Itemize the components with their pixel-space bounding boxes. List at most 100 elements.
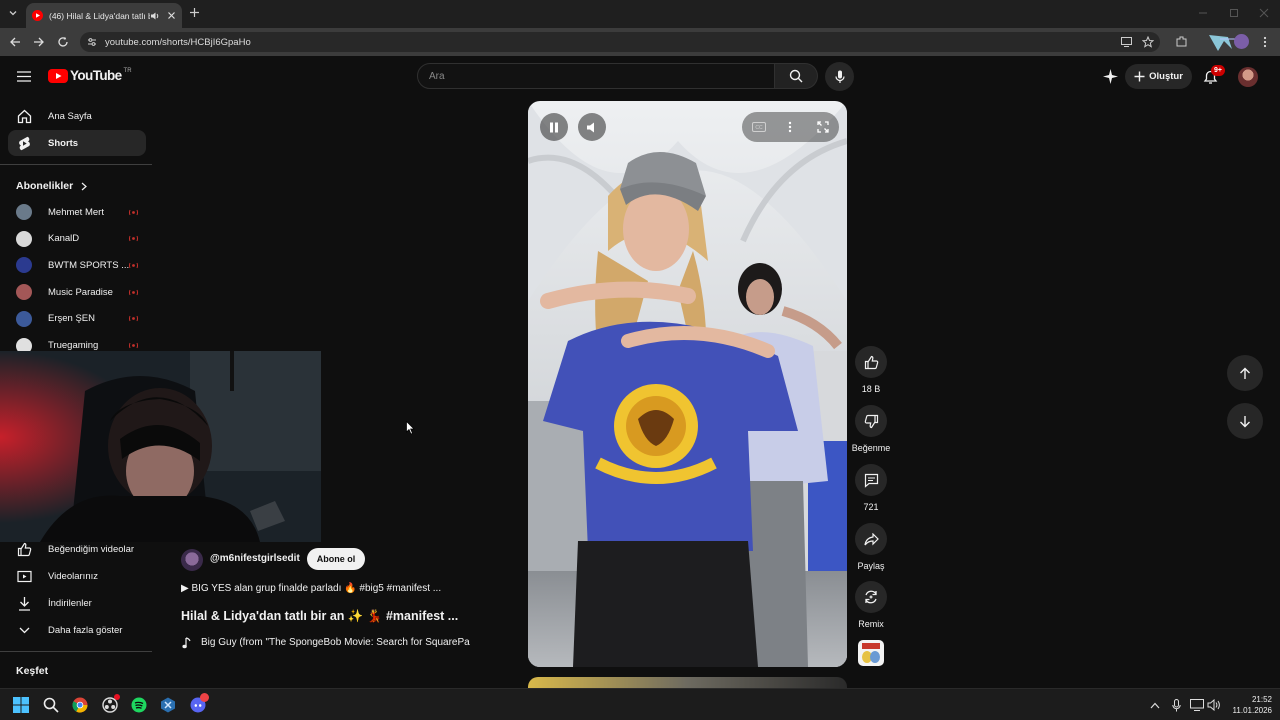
live-indicator-icon xyxy=(129,262,138,269)
bookmark-star-icon[interactable] xyxy=(1142,36,1154,48)
channel-name[interactable]: @m6nifestgirlsedit xyxy=(210,553,300,564)
like-action[interactable]: 18 B xyxy=(855,346,887,394)
tray-chevron-up-icon[interactable] xyxy=(1146,696,1164,714)
clock-time: 21:52 xyxy=(1251,695,1272,704)
remix-action[interactable]: Remix xyxy=(855,581,887,629)
comments-action[interactable]: 721 xyxy=(855,464,887,512)
tray-microphone-icon[interactable] xyxy=(1167,696,1185,714)
comment-icon xyxy=(864,473,878,488)
youtube-logo[interactable]: YouTube TR xyxy=(48,68,132,83)
chrome-menu-icon[interactable] xyxy=(1263,36,1267,48)
subscription-label: Mehmet Mert xyxy=(48,206,104,218)
youtube-header: YouTube TR Ara Oluştur 9+ xyxy=(0,56,1280,98)
remix-icon xyxy=(865,590,877,604)
pause-button[interactable] xyxy=(540,113,568,141)
subscription-item[interactable]: KanalD xyxy=(8,226,146,252)
next-short-preview[interactable] xyxy=(528,677,847,688)
browser-tab[interactable]: (46) Hilal & Lidya'dan tatlı b xyxy=(26,3,182,28)
site-info-icon[interactable] xyxy=(87,37,97,47)
subscriptions-title: Abonelikler xyxy=(16,180,74,192)
close-window-icon[interactable] xyxy=(1259,8,1269,18)
subscriptions-header[interactable]: Abonelikler xyxy=(16,180,88,192)
search-input[interactable]: Ara xyxy=(417,63,775,89)
youtube-play-logo-icon xyxy=(48,68,68,83)
subscription-item[interactable]: Music Paradise xyxy=(8,279,146,305)
taskbar-search-icon[interactable] xyxy=(42,696,60,714)
tab-close-icon[interactable] xyxy=(167,11,176,20)
sidebar-item-label: İndirilenler xyxy=(48,597,92,609)
address-bar[interactable]: youtube.com/shorts/HCBjI6GpaHo xyxy=(80,32,1160,52)
create-sparkle-icon[interactable] xyxy=(1103,69,1118,84)
subscription-label: BWTM SPORTS ... xyxy=(48,259,129,271)
chevron-right-icon xyxy=(81,182,88,190)
subscription-item[interactable]: Mehmet Mert xyxy=(8,199,146,225)
dislike-action[interactable]: Beğenme xyxy=(852,405,890,453)
spotify-taskbar-icon[interactable] xyxy=(130,696,148,714)
subscription-item[interactable]: Erşen ŞEN xyxy=(8,306,146,332)
windows-taskbar: 21:52 11.01.2026 xyxy=(0,688,1280,720)
obs-taskbar-icon[interactable] xyxy=(101,696,119,714)
forward-icon[interactable] xyxy=(33,36,45,48)
sidebar-item-home[interactable]: Ana Sayfa xyxy=(8,103,146,129)
sidebar-item-shorts[interactable]: Shorts xyxy=(8,130,146,156)
profile-avatar[interactable] xyxy=(1234,34,1249,49)
create-button[interactable]: Oluştur xyxy=(1125,64,1192,89)
like-count: 18 B xyxy=(861,384,881,394)
sidebar-item-your-videos[interactable]: Videolarınız xyxy=(8,563,146,589)
back-icon[interactable] xyxy=(9,36,21,48)
browser-tab-bar: (46) Hilal & Lidya'dan tatlı b xyxy=(0,0,1280,28)
extensions-icon[interactable] xyxy=(1175,35,1188,48)
tray-network-icon[interactable] xyxy=(1188,696,1206,714)
short-title[interactable]: Hilal & Lidya'dan tatlı bir an ✨ 💃 #mani… xyxy=(181,609,458,624)
share-button[interactable] xyxy=(855,523,887,555)
like-button[interactable] xyxy=(855,346,887,378)
subscription-item[interactable]: BWTM SPORTS ... xyxy=(8,252,146,278)
next-short-button[interactable] xyxy=(1227,403,1263,439)
svg-text:CC: CC xyxy=(755,125,763,131)
comments-button[interactable] xyxy=(855,464,887,496)
previous-short-button[interactable] xyxy=(1227,355,1263,391)
tab-title: (46) Hilal & Lidya'dan tatlı b xyxy=(49,10,150,21)
dislike-button[interactable] xyxy=(855,405,887,437)
sound-thumbnail[interactable] xyxy=(858,640,884,666)
captions-icon[interactable]: CC xyxy=(752,122,766,132)
arrow-up-icon xyxy=(1240,367,1250,379)
account-avatar[interactable] xyxy=(1238,67,1258,87)
restore-icon[interactable] xyxy=(1229,8,1239,18)
game-launcher-taskbar-icon[interactable] xyxy=(159,696,177,714)
windows-start-icon[interactable] xyxy=(12,696,30,714)
tab-search-icon[interactable] xyxy=(7,7,19,19)
search-button[interactable] xyxy=(775,63,818,89)
sidebar-item-show-more[interactable]: Daha fazla göster xyxy=(8,617,146,643)
tab-audio-icon[interactable] xyxy=(150,11,160,21)
microphone-icon xyxy=(834,70,845,83)
dislike-label: Beğenme xyxy=(851,443,891,453)
reload-icon[interactable] xyxy=(57,36,69,48)
sound-name[interactable]: Big Guy (from "The SpongeBob Movie: Sear… xyxy=(201,637,480,648)
comment-count: 721 xyxy=(863,502,879,512)
hamburger-menu-icon[interactable] xyxy=(17,71,31,82)
minimize-icon[interactable] xyxy=(1198,8,1208,18)
taskbar-clock[interactable]: 21:52 11.01.2026 xyxy=(1228,694,1272,716)
share-action[interactable]: Paylaş xyxy=(855,523,887,571)
chrome-taskbar-icon[interactable] xyxy=(71,696,89,714)
more-options-icon[interactable] xyxy=(788,121,792,133)
live-indicator-icon xyxy=(129,236,138,242)
remix-button[interactable] xyxy=(855,581,887,613)
fullscreen-icon[interactable] xyxy=(817,121,829,133)
volume-button[interactable] xyxy=(578,113,606,141)
voice-search-button[interactable] xyxy=(825,62,854,91)
subscribe-button[interactable]: Abone ol xyxy=(307,548,365,570)
new-tab-icon[interactable] xyxy=(189,7,200,18)
share-arrow-icon xyxy=(863,532,879,545)
subscription-label: Music Paradise xyxy=(48,286,113,298)
playlist-line[interactable]: ▶ BIG YES alan grup finalde parladı 🔥 #b… xyxy=(181,583,441,594)
channel-avatar[interactable] xyxy=(181,549,203,571)
short-video-player[interactable]: CC xyxy=(528,101,847,667)
install-app-icon[interactable] xyxy=(1121,37,1132,47)
sidebar-item-label: Daha fazla göster xyxy=(48,624,123,636)
channel-avatar xyxy=(16,204,32,220)
sidebar-item-downloads[interactable]: İndirilenler xyxy=(8,590,146,616)
tray-volume-icon[interactable] xyxy=(1205,696,1223,714)
music-note-icon xyxy=(182,637,192,649)
